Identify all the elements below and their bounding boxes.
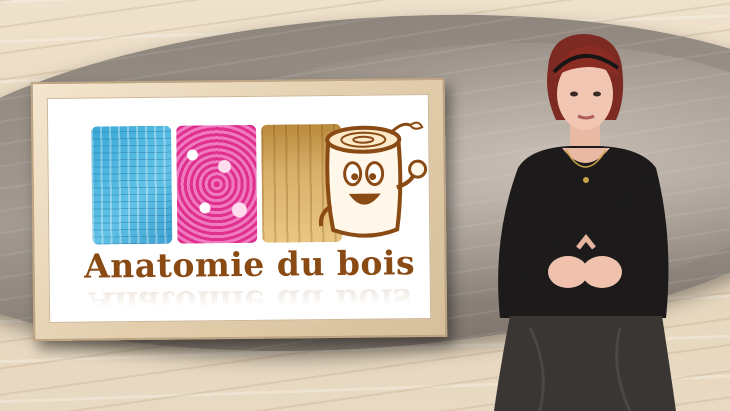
picture-frame: Anatomie du bois Anatomie du bois xyxy=(30,77,448,342)
video-frame: Anatomie du bois Anatomie du bois xyxy=(0,0,730,411)
presenter xyxy=(494,34,676,411)
board-title: Anatomie du bois xyxy=(83,243,416,286)
blue-cells-image xyxy=(91,125,173,245)
pink-cells-image xyxy=(176,124,258,244)
board-title-reflection: Anatomie du bois xyxy=(88,281,412,324)
title-board: Anatomie du bois Anatomie du bois xyxy=(46,94,432,324)
log-mascot-icon xyxy=(318,121,428,238)
